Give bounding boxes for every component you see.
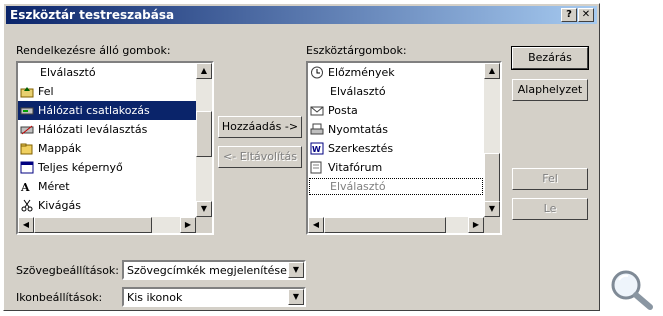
scroll-thumb[interactable] (196, 111, 212, 157)
list-item-label: Elválasztó (330, 85, 386, 98)
available-buttons-label: Rendelkezésre álló gombok: (16, 44, 171, 57)
mail-icon (310, 104, 324, 117)
available-buttons-list[interactable]: Elválasztó Fel Hálózati csatlakozás Hálózat… (16, 61, 214, 235)
list-item-label: Fel (38, 85, 54, 98)
list-item[interactable]: Teljes képernyő (18, 158, 196, 177)
title-bar[interactable]: Eszköztár testreszabása ? ✕ (6, 6, 597, 24)
map-network-drive-icon (20, 104, 34, 117)
list-item-label: Kivágás (38, 199, 81, 212)
icon-options-label: Ikonbeállítások: (16, 291, 103, 304)
remove-button[interactable]: <- Eltávolítás (218, 146, 302, 168)
close-window-button[interactable]: ✕ (578, 8, 594, 22)
list-item-label: Elválasztó (40, 66, 96, 79)
text-options-select[interactable]: Szövegcímkék megjelenítése ▼ (122, 260, 306, 280)
window-title: Eszköztár testreszabása (10, 8, 175, 22)
scroll-thumb[interactable] (34, 217, 152, 233)
list-item[interactable]: Hálózati csatlakozás (18, 101, 196, 120)
move-down-button[interactable]: Le (512, 198, 588, 220)
move-up-button[interactable]: Fel (512, 168, 588, 190)
list-item[interactable]: Nyomtatás (308, 120, 484, 139)
list-item[interactable]: Kivágás (18, 196, 196, 215)
print-icon (310, 123, 324, 136)
list-item-label: Hálózati leválasztás (38, 123, 148, 136)
history-icon (310, 66, 324, 79)
close-button[interactable]: Bezárás (511, 46, 589, 70)
scroll-down-arrow-icon[interactable]: ▼ (196, 201, 212, 217)
discuss-icon (310, 161, 324, 174)
available-vertical-scrollbar[interactable]: ▲ ▼ (196, 63, 212, 217)
list-item[interactable]: Elválasztó (308, 177, 484, 196)
available-horizontal-scrollbar[interactable]: ◀ ▶ (18, 217, 196, 233)
scroll-up-arrow-icon[interactable]: ▲ (196, 63, 212, 79)
scroll-right-arrow-icon[interactable]: ▶ (468, 217, 484, 233)
available-items: Elválasztó Fel Hálózati csatlakozás Hálózat… (18, 63, 196, 217)
scroll-thumb[interactable] (324, 217, 446, 233)
scroll-right-arrow-icon[interactable]: ▶ (180, 217, 196, 233)
scroll-corner (484, 217, 500, 233)
folders-icon (20, 142, 34, 155)
help-button[interactable]: ? (561, 8, 577, 22)
list-item-label: Méret (38, 180, 70, 193)
reset-button[interactable]: Alaphelyzet (512, 79, 588, 101)
scroll-thumb[interactable] (484, 153, 500, 203)
list-item-label: Nyomtatás (328, 123, 389, 136)
list-item[interactable]: W Szerkesztés (308, 139, 484, 158)
toolbar-buttons-label: Eszköztárgombok: (306, 44, 407, 57)
list-item-label: Hálózati csatlakozás (38, 104, 150, 117)
list-item-label: Elválasztó (330, 180, 386, 193)
dropdown-arrow-icon[interactable]: ▼ (288, 289, 304, 305)
scroll-up-arrow-icon[interactable]: ▲ (484, 63, 500, 79)
size-icon: A (20, 180, 34, 194)
customize-toolbar-dialog: Eszköztár testreszabása ? ✕ Rendelkezésr… (3, 3, 600, 311)
svg-text:A: A (20, 181, 30, 193)
list-item[interactable]: Mappák (18, 139, 196, 158)
list-item[interactable]: Hálózati leválasztás (18, 120, 196, 139)
edit-icon: W (310, 142, 324, 155)
magnifier-icon[interactable] (606, 267, 656, 313)
toolbar-vertical-scrollbar[interactable]: ▲ ▼ (484, 63, 500, 217)
list-item[interactable]: Elválasztó (308, 82, 484, 101)
list-item-label: Előzmények (328, 66, 395, 79)
list-item-label: Mappák (38, 142, 82, 155)
svg-text:W: W (312, 145, 321, 154)
list-item-label: Vitafórum (328, 161, 383, 174)
scroll-corner (196, 217, 212, 233)
list-item[interactable]: Vitafórum (308, 158, 484, 177)
add-button[interactable]: Hozzáadás -> (218, 116, 302, 138)
list-item-label: Szerkesztés (328, 142, 394, 155)
scroll-down-arrow-icon[interactable]: ▼ (484, 201, 500, 217)
icon-options-select[interactable]: Kis ikonok ▼ (122, 287, 306, 307)
list-item[interactable]: A Méret (18, 177, 196, 196)
list-item-label: Teljes képernyő (38, 161, 123, 174)
text-options-value: Szövegcímkék megjelenítése (127, 264, 287, 277)
scroll-left-arrow-icon[interactable]: ◀ (18, 217, 34, 233)
text-options-label: Szövegbeállítások: (16, 264, 119, 277)
full-screen-icon (20, 161, 34, 174)
scroll-left-arrow-icon[interactable]: ◀ (308, 217, 324, 233)
list-item[interactable]: Elválasztó (18, 63, 196, 82)
list-item[interactable]: Fel (18, 82, 196, 101)
toolbar-horizontal-scrollbar[interactable]: ◀ ▶ (308, 217, 484, 233)
toolbar-items: Előzmények Elválasztó Posta Nyomtatás W Szerk… (308, 63, 484, 217)
icon-options-value: Kis ikonok (127, 291, 183, 304)
cut-icon (20, 199, 34, 212)
up-folder-icon (20, 85, 34, 98)
disconnect-network-drive-icon (20, 123, 34, 136)
list-item[interactable]: Előzmények (308, 63, 484, 82)
dropdown-arrow-icon[interactable]: ▼ (288, 262, 304, 278)
list-item[interactable]: Posta (308, 101, 484, 120)
list-item-label: Posta (328, 104, 358, 117)
toolbar-buttons-list[interactable]: Előzmények Elválasztó Posta Nyomtatás W Szerk… (306, 61, 502, 235)
